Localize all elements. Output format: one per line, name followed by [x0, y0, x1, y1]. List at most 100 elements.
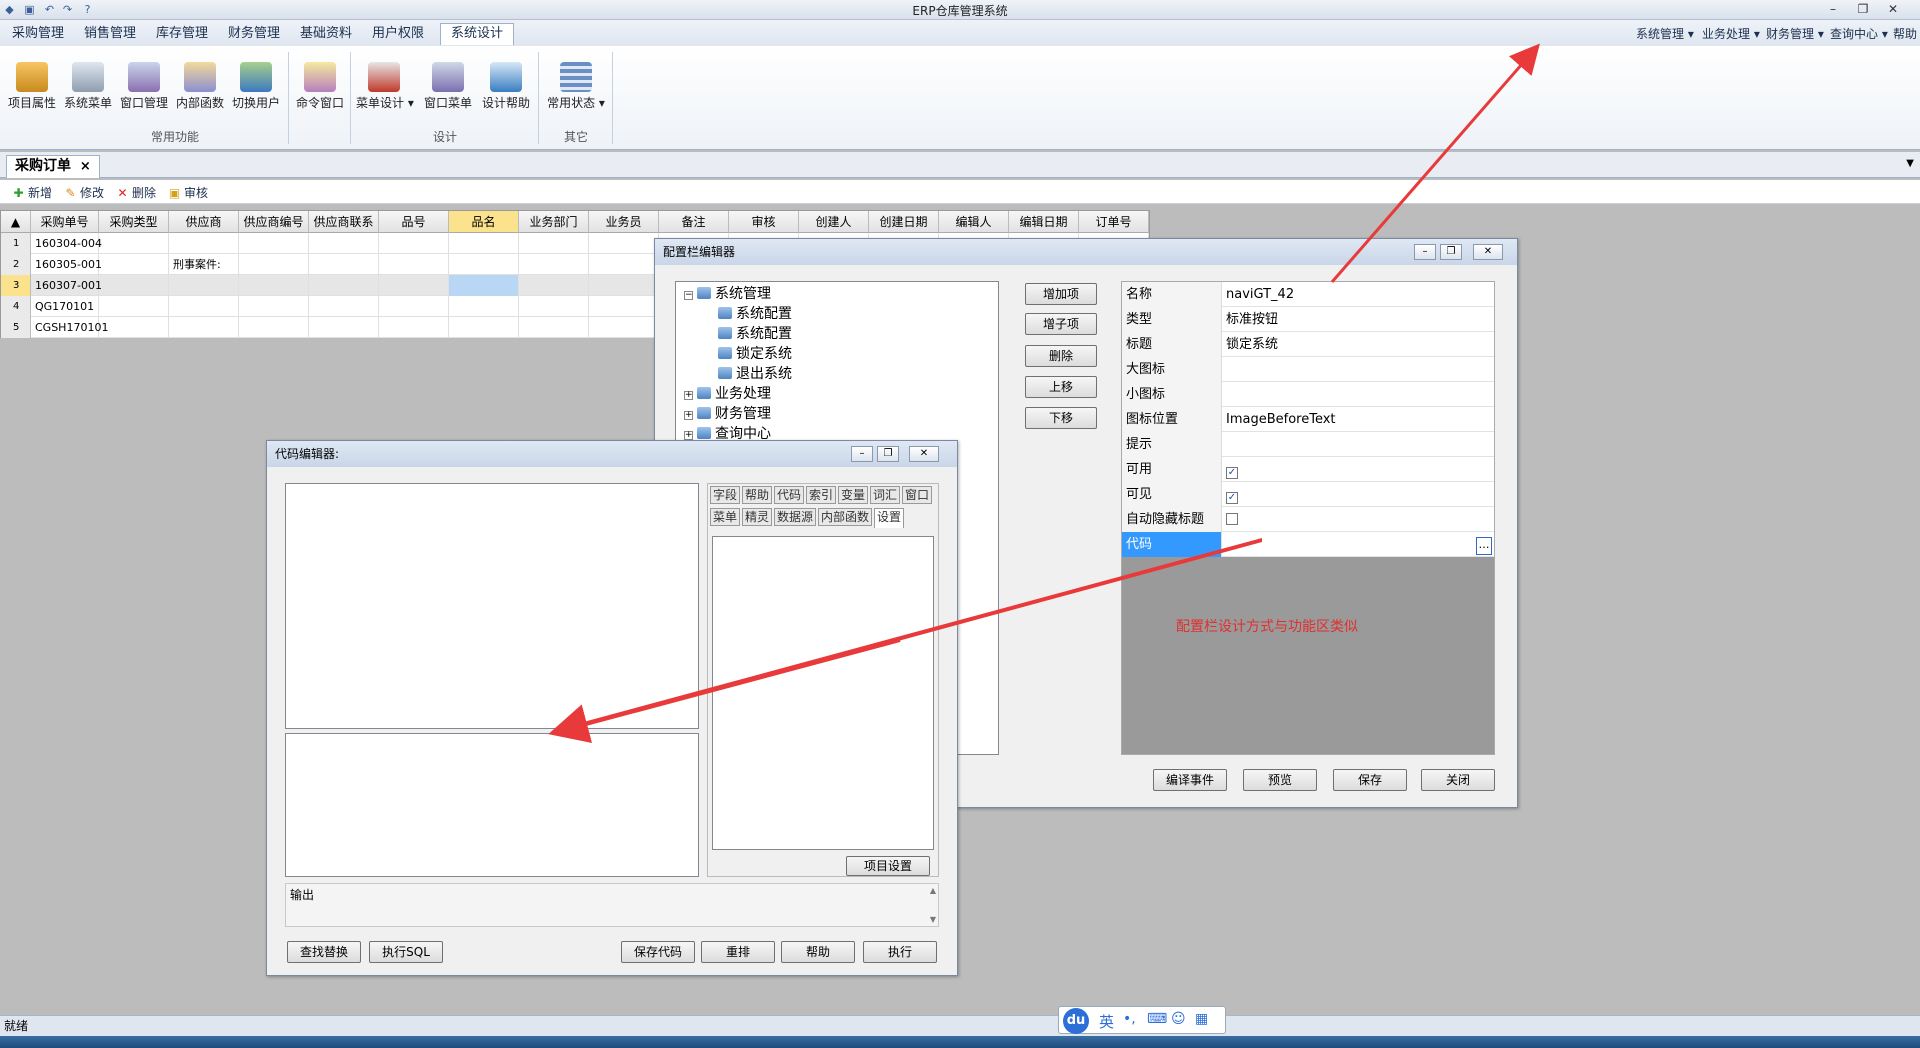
- property-row[interactable]: 可用 ✓: [1122, 457, 1494, 482]
- rearrange-button[interactable]: 重排: [701, 941, 775, 963]
- property-value[interactable]: ✓: [1226, 482, 1238, 507]
- property-value[interactable]: [1226, 507, 1238, 532]
- project-properties-button[interactable]: 项目属性: [4, 60, 60, 120]
- table-cell[interactable]: [379, 275, 449, 296]
- property-row[interactable]: 类型 标准按钮: [1122, 307, 1494, 332]
- tab-sales[interactable]: 销售管理: [74, 24, 146, 46]
- restore-icon[interactable]: ❐: [1850, 0, 1876, 18]
- helper-tab[interactable]: 词汇: [870, 486, 901, 504]
- tree-node-finance[interactable]: + 财务管理: [684, 404, 771, 424]
- property-value[interactable]: 锁定系统: [1226, 332, 1278, 357]
- common-status-button[interactable]: 常用状态 ▾: [546, 60, 606, 120]
- column-header[interactable]: 创建人: [799, 211, 869, 233]
- edit-button[interactable]: ✎ 修改: [64, 184, 104, 201]
- table-cell[interactable]: [519, 317, 589, 338]
- property-row[interactable]: 大图标: [1122, 357, 1494, 382]
- table-cell[interactable]: [309, 254, 379, 275]
- tab-user-permissions[interactable]: 用户权限: [362, 24, 434, 46]
- row-number[interactable]: 5: [1, 317, 31, 338]
- window-menu-button[interactable]: 窗口菜单: [420, 60, 476, 120]
- close-button[interactable]: 关闭: [1421, 769, 1495, 791]
- close-icon[interactable]: ✕: [1473, 244, 1503, 260]
- tab-purchase[interactable]: 采购管理: [2, 24, 74, 46]
- table-cell[interactable]: 160307-001: [31, 275, 102, 296]
- helper-tab[interactable]: 字段: [710, 486, 741, 504]
- table-cell[interactable]: [309, 296, 379, 317]
- row-number[interactable]: 1: [1, 233, 31, 254]
- minimize-icon[interactable]: –: [851, 446, 873, 462]
- close-icon[interactable]: ✕: [1880, 0, 1906, 18]
- add-item-button[interactable]: 增加项: [1025, 283, 1097, 305]
- property-value[interactable]: ImageBeforeText: [1226, 407, 1336, 432]
- tree-node-system-management[interactable]: − 系统管理: [684, 284, 771, 304]
- row-number[interactable]: 2: [1, 254, 31, 275]
- expand-icon[interactable]: +: [684, 391, 693, 400]
- grid-menu-icon[interactable]: ▦: [1195, 1011, 1208, 1027]
- menu-query-center[interactable]: 查询中心 ▾: [1830, 25, 1888, 42]
- table-cell[interactable]: [589, 254, 659, 275]
- column-header[interactable]: 业务员: [589, 211, 659, 233]
- helper-tab[interactable]: 设置: [874, 508, 905, 528]
- ime-toolbar[interactable]: du 英 •, ⌨ ☺ ▦: [1058, 1006, 1226, 1034]
- column-header[interactable]: 编辑人: [939, 211, 1009, 233]
- tab-basic-data[interactable]: 基础资料: [290, 24, 362, 46]
- table-cell[interactable]: [169, 317, 239, 338]
- menu-finance[interactable]: 财务管理 ▾: [1766, 25, 1824, 42]
- delete-button[interactable]: ✕ 删除: [116, 184, 156, 201]
- checkbox[interactable]: ✓: [1226, 492, 1238, 504]
- property-row[interactable]: 提示: [1122, 432, 1494, 457]
- table-cell[interactable]: [519, 233, 589, 254]
- property-row[interactable]: 可见 ✓: [1122, 482, 1494, 507]
- helper-tab[interactable]: 数据源: [774, 508, 817, 526]
- property-row[interactable]: 图标位置 ImageBeforeText: [1122, 407, 1494, 432]
- checkbox[interactable]: ✓: [1226, 467, 1238, 479]
- row-selector-header[interactable]: ▲: [1, 211, 31, 233]
- help-button[interactable]: 帮助: [781, 941, 855, 963]
- checkbox[interactable]: [1226, 513, 1238, 525]
- save-code-button[interactable]: 保存代码: [621, 941, 695, 963]
- column-header[interactable]: 品号: [379, 211, 449, 233]
- property-value[interactable]: ✓: [1226, 457, 1238, 482]
- move-up-button[interactable]: 上移: [1025, 376, 1097, 398]
- table-cell[interactable]: 160305-001: [31, 254, 102, 275]
- helper-tab[interactable]: 索引: [806, 486, 837, 504]
- command-window-button[interactable]: 命令窗口: [292, 60, 348, 120]
- table-cell[interactable]: [519, 275, 589, 296]
- helper-tab[interactable]: 窗口: [902, 486, 933, 504]
- table-cell[interactable]: [379, 254, 449, 275]
- tree-node-exit-system[interactable]: 退出系统: [718, 364, 792, 384]
- add-child-button[interactable]: 增子项: [1025, 313, 1097, 335]
- table-cell[interactable]: [309, 317, 379, 338]
- table-cell[interactable]: [379, 317, 449, 338]
- window-management-button[interactable]: 窗口管理: [116, 60, 172, 120]
- audit-button[interactable]: ▣ 审核: [168, 184, 208, 201]
- column-header[interactable]: 采购类型: [99, 211, 169, 233]
- table-cell[interactable]: [169, 233, 239, 254]
- find-replace-button[interactable]: 查找替换: [287, 941, 361, 963]
- helper-tab[interactable]: 帮助: [742, 486, 773, 504]
- table-cell[interactable]: [169, 275, 239, 296]
- table-cell[interactable]: [169, 296, 239, 317]
- column-header[interactable]: 供应商编号: [239, 211, 309, 233]
- property-value[interactable]: …: [1476, 532, 1492, 557]
- ellipsis-button[interactable]: …: [1476, 537, 1492, 555]
- table-cell[interactable]: [309, 233, 379, 254]
- table-cell[interactable]: [519, 296, 589, 317]
- code-editor-area[interactable]: [285, 483, 699, 729]
- table-cell[interactable]: [99, 254, 169, 275]
- new-button[interactable]: ✚ 新增: [12, 184, 52, 201]
- table-cell[interactable]: [239, 317, 309, 338]
- table-cell[interactable]: [239, 254, 309, 275]
- column-header[interactable]: 创建日期: [869, 211, 939, 233]
- execute-sql-button[interactable]: 执行SQL: [369, 941, 443, 963]
- design-help-button[interactable]: 设计帮助: [478, 60, 534, 120]
- tree-node-system-config[interactable]: 系统配置: [718, 304, 792, 324]
- table-cell[interactable]: [309, 275, 379, 296]
- move-down-button[interactable]: 下移: [1025, 407, 1097, 429]
- row-number[interactable]: 4: [1, 296, 31, 317]
- menu-help[interactable]: 帮助: [1893, 25, 1917, 42]
- project-settings-button[interactable]: 项目设置: [846, 856, 930, 876]
- collapse-icon[interactable]: −: [684, 291, 693, 300]
- helper-tab[interactable]: 菜单: [710, 508, 741, 526]
- menu-system-management[interactable]: 系统管理 ▾: [1636, 25, 1694, 42]
